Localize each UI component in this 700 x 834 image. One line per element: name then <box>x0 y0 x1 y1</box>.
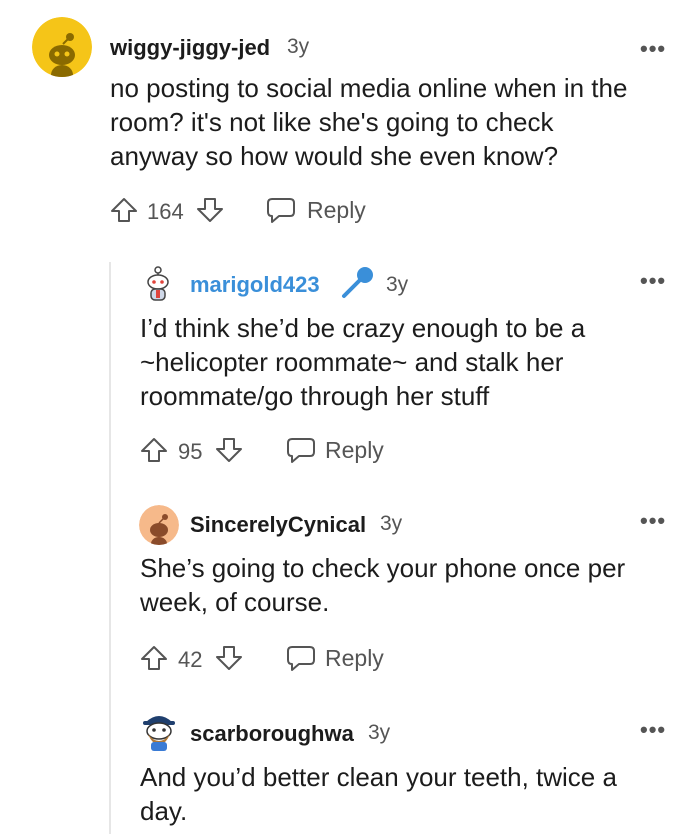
timestamp[interactable]: 3y <box>287 35 309 59</box>
upvote-arrow-icon <box>141 438 167 462</box>
avatar[interactable] <box>140 265 176 303</box>
upvote-button[interactable] <box>140 644 168 672</box>
reply-label: Reply <box>325 645 384 671</box>
comment-body: no posting to social media online when i… <box>110 73 628 171</box>
downvote-button[interactable] <box>215 644 243 672</box>
username[interactable]: wiggy-jiggy-jed <box>110 35 270 61</box>
username[interactable]: SincerelyCynical <box>190 512 366 538</box>
reply-button[interactable]: Reply <box>266 194 376 226</box>
timestamp[interactable]: 3y <box>386 273 408 297</box>
reply-button[interactable]: Reply <box>286 642 396 674</box>
downvote-button[interactable] <box>215 436 243 464</box>
downvote-arrow-icon <box>216 646 242 670</box>
more-options-icon[interactable]: ••• <box>640 36 666 62</box>
downvote-arrow-icon <box>197 198 223 222</box>
snoo-avatar-icon <box>32 17 92 77</box>
comment-bubble-icon <box>287 646 315 671</box>
comment-bubble-icon <box>287 438 315 463</box>
more-options-icon[interactable]: ••• <box>640 717 666 743</box>
avatar[interactable] <box>32 17 92 77</box>
timestamp[interactable]: 3y <box>368 721 390 745</box>
vote-score: 95 <box>178 439 203 464</box>
vote-score: 164 <box>147 199 184 224</box>
downvote-arrow-icon <box>216 438 242 462</box>
snoo-avatar-icon <box>139 505 179 545</box>
avatar[interactable] <box>138 708 180 752</box>
comment-body: I’d think she’d be crazy enough to be a … <box>140 313 586 411</box>
upvote-arrow-icon <box>111 198 137 222</box>
reply-label: Reply <box>307 197 366 223</box>
thread-line-level1 <box>109 262 111 834</box>
timestamp[interactable]: 3y <box>380 512 402 536</box>
comment-bubble-icon <box>267 198 295 223</box>
comment-body: She’s going to check your phone once per… <box>140 553 626 617</box>
microphone-icon <box>340 266 376 300</box>
comment-body: And you’d better clean your teeth, twice… <box>140 762 617 826</box>
username[interactable]: scarboroughwa <box>190 721 354 747</box>
upvote-arrow-icon <box>141 646 167 670</box>
downvote-button[interactable] <box>196 196 224 224</box>
vote-score: 42 <box>178 647 203 672</box>
more-options-icon[interactable]: ••• <box>640 508 666 534</box>
upvote-button[interactable] <box>110 196 138 224</box>
upvote-button[interactable] <box>140 436 168 464</box>
snoo-avatar-icon <box>143 716 175 751</box>
more-options-icon[interactable]: ••• <box>640 268 666 294</box>
avatar[interactable] <box>139 505 179 545</box>
reply-button[interactable]: Reply <box>286 434 396 466</box>
snoo-avatar-icon <box>147 266 169 301</box>
reply-label: Reply <box>325 437 384 463</box>
username[interactable]: marigold423 <box>190 272 320 298</box>
